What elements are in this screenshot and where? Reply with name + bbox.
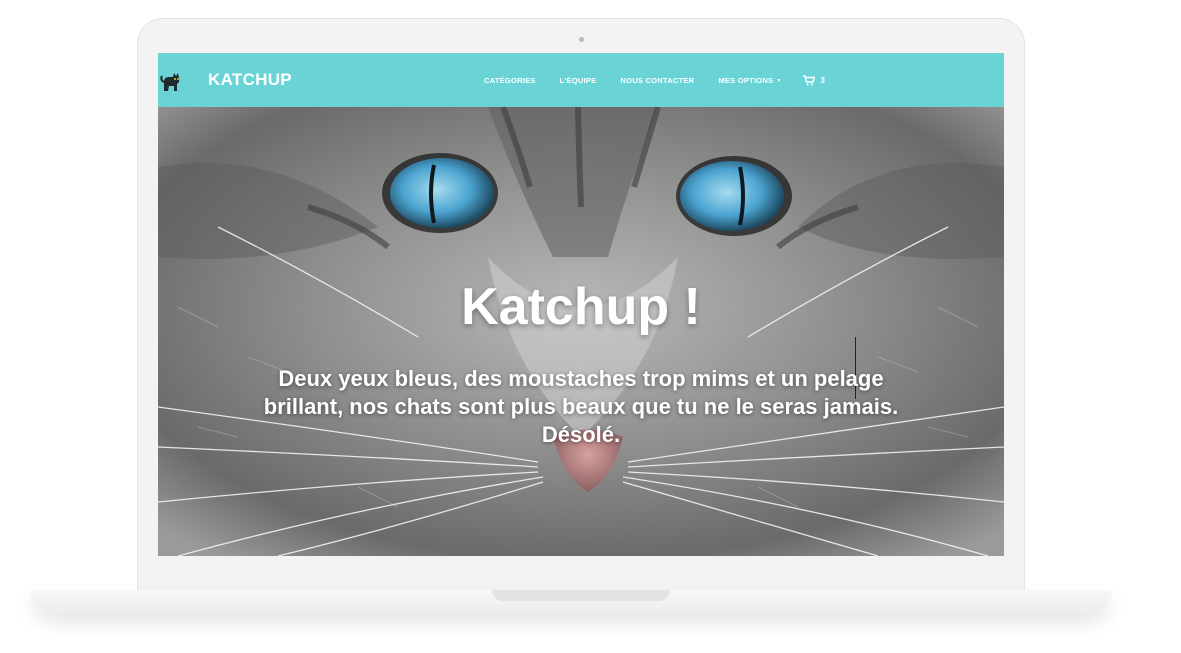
cart-button[interactable]: 3	[803, 74, 825, 86]
nav-link-categories[interactable]: CATÉGORIES	[484, 76, 536, 85]
nav-link-options-label: MES OPTIONS	[718, 75, 774, 85]
laptop-camera	[579, 37, 584, 42]
cart-count: 3	[820, 75, 825, 85]
nav-link-options[interactable]: MES OPTIONS ▼	[718, 76, 781, 85]
nav-links: CATÉGORIES L'ÉQUIPE NOUS CONTACTER MES O…	[484, 53, 825, 107]
nav-link-team[interactable]: L'ÉQUIPE	[560, 76, 597, 85]
nav-link-contact[interactable]: NOUS CONTACTER	[620, 76, 694, 85]
hero-subtitle: Deux yeux bleus, des moustaches trop mim…	[263, 366, 899, 447]
laptop-screen: KATCHUP CATÉGORIES L'ÉQUIPE NOUS CONTACT…	[158, 53, 1004, 556]
caret-down-icon: ▼	[776, 77, 782, 84]
hero-title: Katchup !	[461, 278, 701, 336]
laptop-notch	[492, 590, 670, 601]
cat-logo-icon[interactable]	[160, 68, 182, 92]
brand-logo[interactable]: KATCHUP	[208, 70, 292, 90]
cart-icon	[803, 74, 816, 85]
navbar: KATCHUP CATÉGORIES L'ÉQUIPE NOUS CONTACT…	[158, 53, 1004, 107]
